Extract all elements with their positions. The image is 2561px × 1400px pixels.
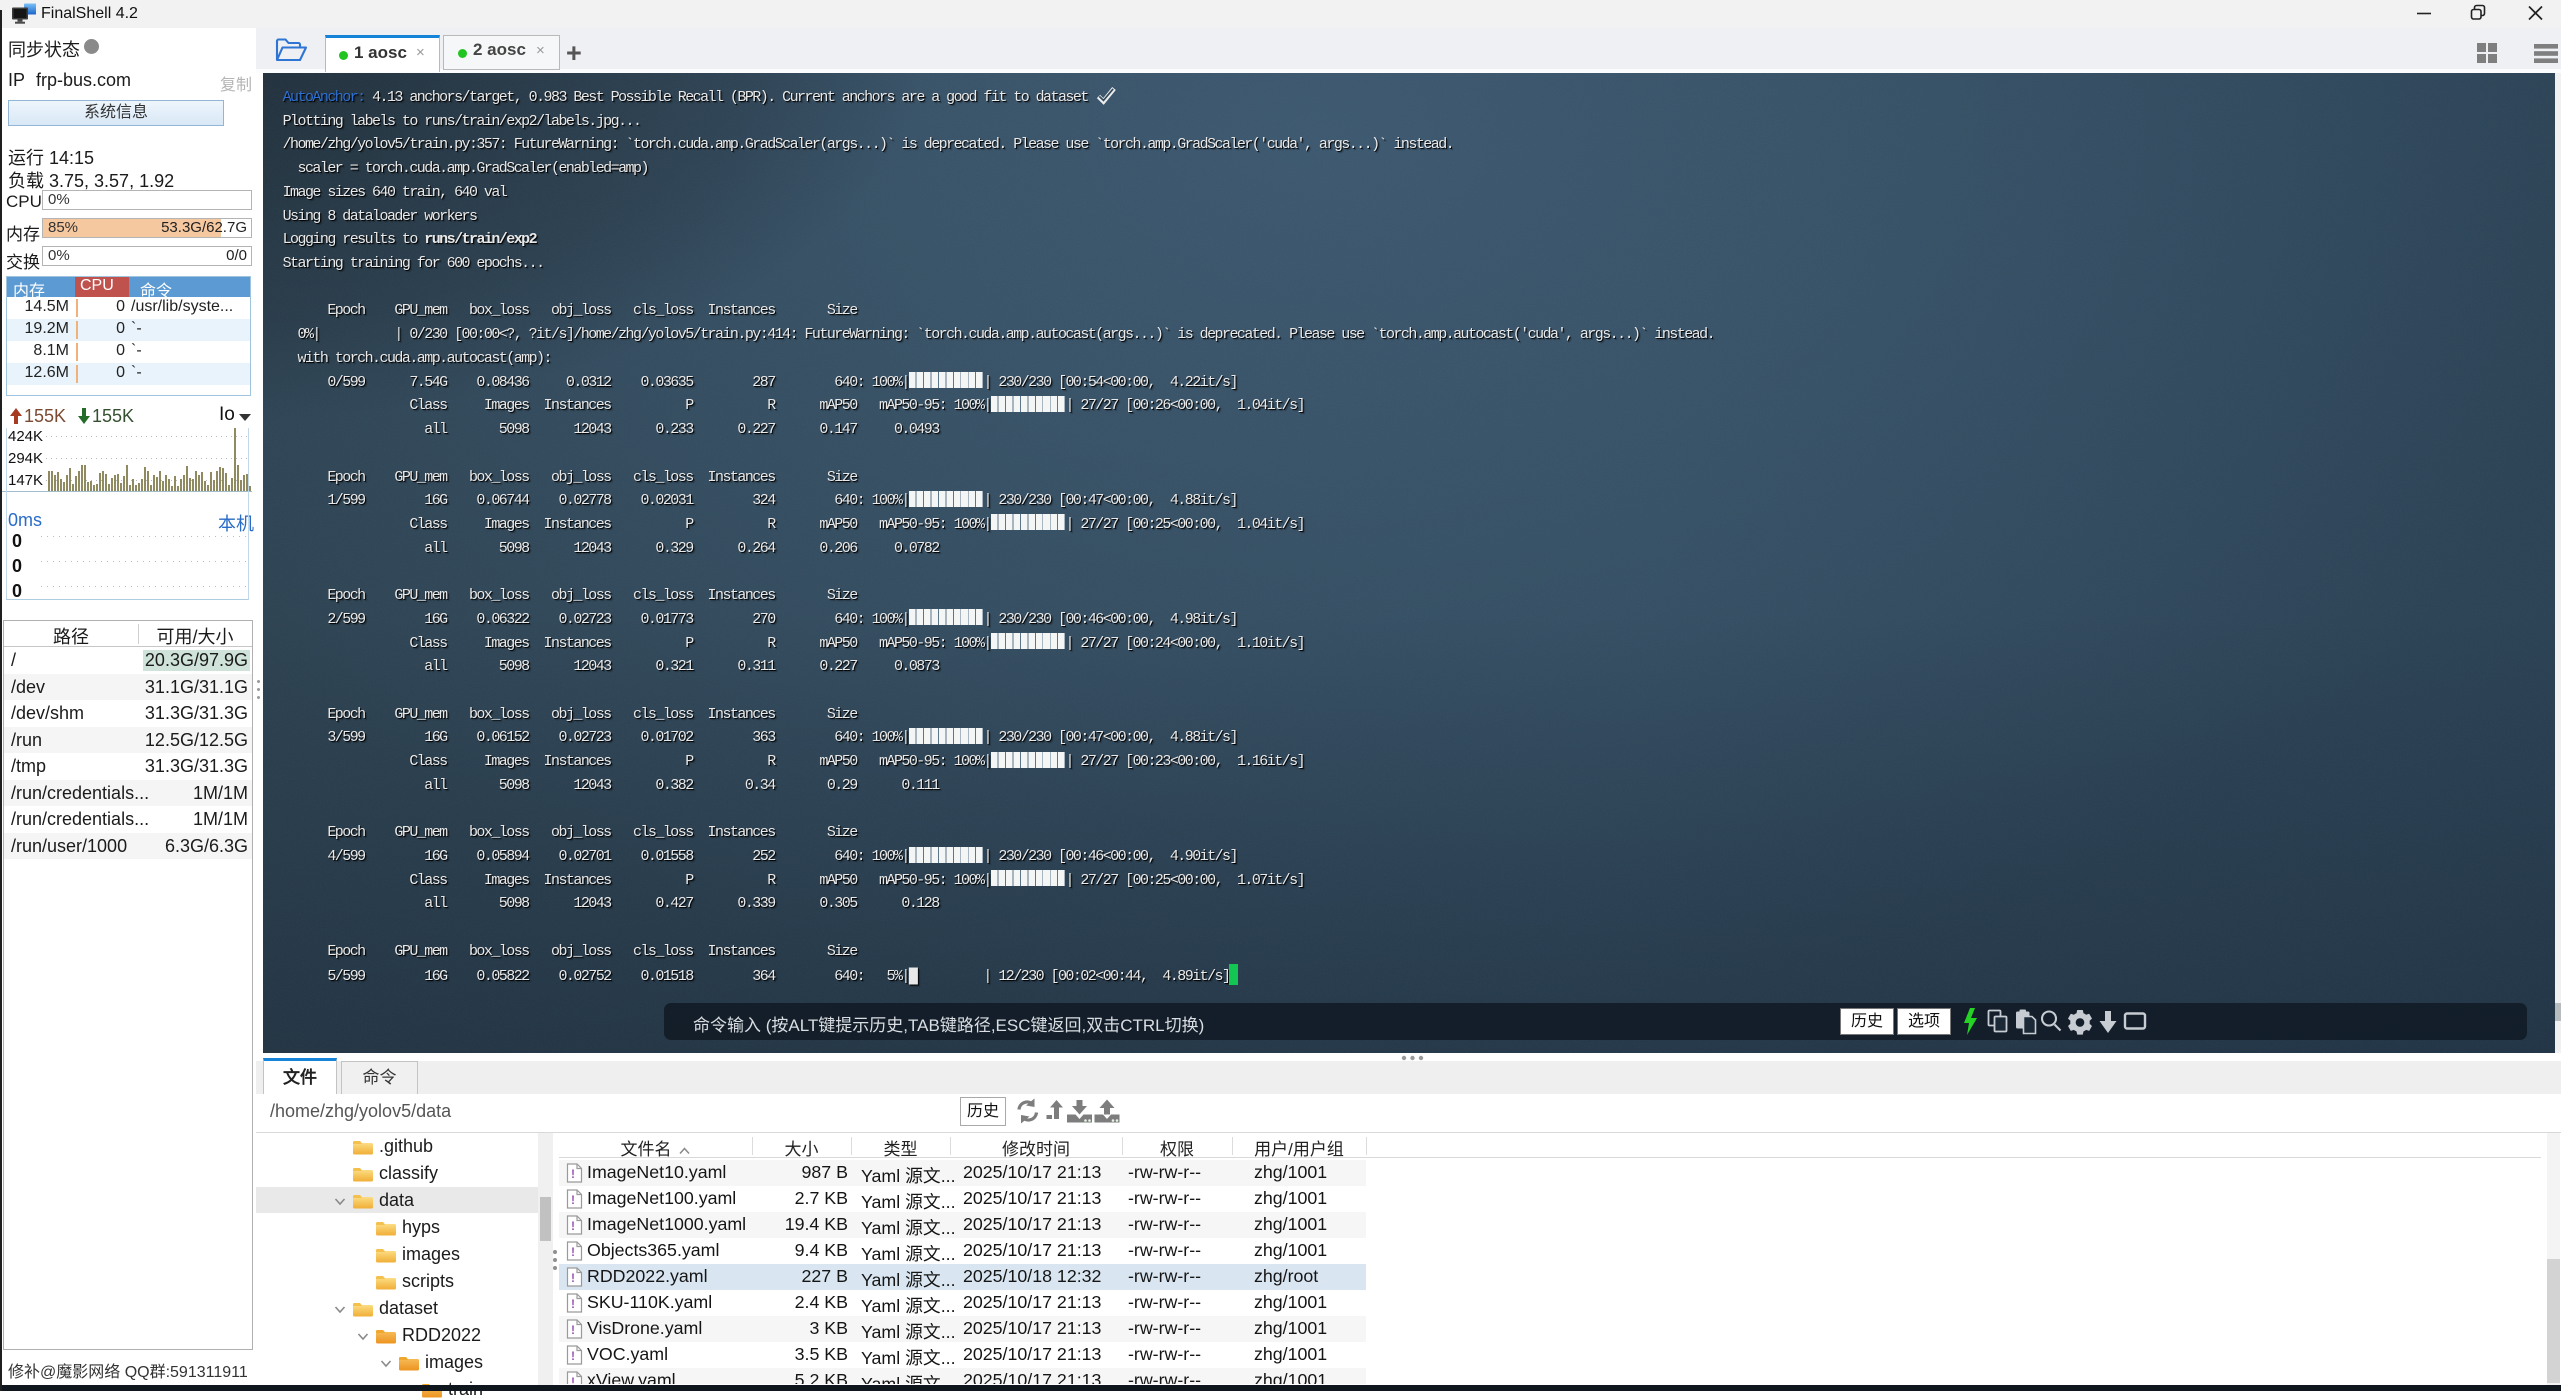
- svg-text:!: !: [571, 1323, 575, 1337]
- svg-text:!: !: [571, 1375, 575, 1384]
- svg-text:!: !: [571, 1245, 575, 1259]
- svg-text:!: !: [571, 1219, 575, 1233]
- svg-text:!: !: [571, 1349, 575, 1363]
- svg-text:!: !: [571, 1271, 575, 1285]
- svg-text:!: !: [571, 1167, 575, 1181]
- svg-text:!: !: [571, 1297, 575, 1311]
- svg-text:!: !: [571, 1193, 575, 1207]
